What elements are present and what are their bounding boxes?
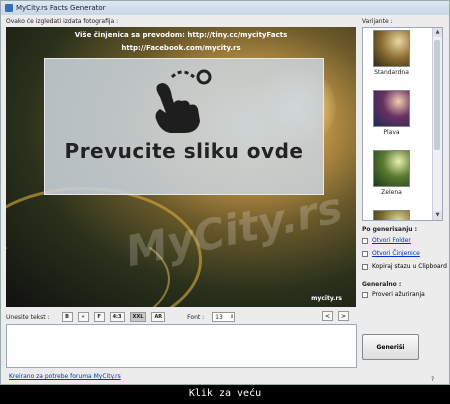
variant-green[interactable]: Zelena xyxy=(373,150,410,196)
text-toolbar: Unesite tekst : B « F 4:3 XXL AR Font : … xyxy=(6,311,358,323)
variants-list[interactable]: Standardna Plava Zelena ▲ ▼ xyxy=(362,27,443,221)
previous-button[interactable]: < xyxy=(322,311,333,321)
next-button[interactable]: > xyxy=(338,311,349,321)
facebook-line: http://Facebook.com/mycity.rs xyxy=(121,44,241,52)
check-updates-option[interactable]: Proveri ažuriranja xyxy=(362,291,425,298)
copy-path-option[interactable]: Kopiraj stazu u Clipboard xyxy=(362,263,447,270)
text-input-label: Unesite tekst : xyxy=(6,313,50,321)
open-folder-option[interactable]: Otvori Folder xyxy=(362,237,411,244)
open-facts-link[interactable]: Otvori Činjenice xyxy=(372,250,420,257)
font-label: Font : xyxy=(187,313,205,321)
variant-thumbnail xyxy=(373,30,410,67)
variant-label: Standardna xyxy=(374,69,409,76)
font-size-value: 13 xyxy=(215,313,223,321)
variant-thumbnail xyxy=(373,210,410,220)
scroll-down-icon[interactable]: ▼ xyxy=(433,211,442,220)
variant-label: Plava xyxy=(383,129,400,136)
drop-hint: Prevucite sliku ovde xyxy=(64,139,304,163)
forum-link[interactable]: Kreirano za potrebe foruma MyCity.rs xyxy=(9,373,121,380)
ratio-4-3-button[interactable]: 4:3 xyxy=(109,312,125,322)
check-updates-checkbox[interactable] xyxy=(362,291,368,298)
copy-path-checkbox[interactable] xyxy=(362,263,368,270)
spin-icon[interactable]: ⇕ xyxy=(230,314,234,320)
variant-label: Zelena xyxy=(381,189,402,196)
image-caption[interactable]: Klik za veću xyxy=(0,388,450,399)
preview-label: Ovako će izgledati izdata fotografija : xyxy=(6,18,119,25)
variant-thumbnail xyxy=(373,90,410,127)
open-facts-checkbox[interactable] xyxy=(362,250,368,257)
scroll-up-icon[interactable]: ▲ xyxy=(433,28,442,37)
open-folder-link[interactable]: Otvori Folder xyxy=(372,237,411,244)
variants-scrollbar[interactable]: ▲ ▼ xyxy=(432,28,442,220)
variant-blue[interactable]: Plava xyxy=(373,90,410,136)
app-icon xyxy=(5,4,13,12)
variant-partial[interactable] xyxy=(373,210,410,220)
generate-button[interactable]: Generiši xyxy=(362,334,419,360)
ar-button[interactable]: AR xyxy=(151,312,166,322)
title-bar: MyCity.rs Facts Generator xyxy=(1,1,449,15)
variant-thumbnail xyxy=(373,150,410,187)
facts-line: Više činjenica sa prevodom: http://tiny.… xyxy=(74,31,288,39)
watermark-logo: MyCity.rs xyxy=(121,182,347,277)
xxl-button[interactable]: XXL xyxy=(129,312,147,322)
window-title: MyCity.rs Facts Generator xyxy=(16,4,106,12)
drag-hand-icon xyxy=(155,69,212,133)
check-updates-label: Proveri ažuriranja xyxy=(372,291,425,298)
drop-zone[interactable]: Prevucite sliku ovde xyxy=(44,58,324,195)
variant-standard[interactable]: Standardna xyxy=(373,30,410,76)
open-folder-checkbox[interactable] xyxy=(362,237,368,244)
font-size-stepper[interactable]: 13 ⇕ xyxy=(212,312,236,322)
scroll-thumb[interactable] xyxy=(434,40,440,150)
open-facts-option[interactable]: Otvori Činjenice xyxy=(362,250,420,257)
after-generate-title: Po generisanju : xyxy=(362,226,418,233)
fact-text-input[interactable] xyxy=(6,324,357,368)
bold-button[interactable]: B xyxy=(61,312,73,322)
copy-path-label: Kopiraj stazu u Clipboard xyxy=(372,263,447,270)
general-title: Generalno : xyxy=(362,281,402,288)
photo-preview[interactable]: Više činjenica sa prevodom: http://tiny.… xyxy=(6,27,356,307)
quote-button[interactable]: « xyxy=(77,312,89,322)
variants-label: Varijante : xyxy=(362,18,393,25)
help-icon[interactable]: ? xyxy=(431,376,434,383)
watermark-text: mycity.rs xyxy=(311,295,342,302)
app-window: MyCity.rs Facts Generator Ovako će izgle… xyxy=(0,0,450,385)
font-button[interactable]: F xyxy=(93,312,105,322)
